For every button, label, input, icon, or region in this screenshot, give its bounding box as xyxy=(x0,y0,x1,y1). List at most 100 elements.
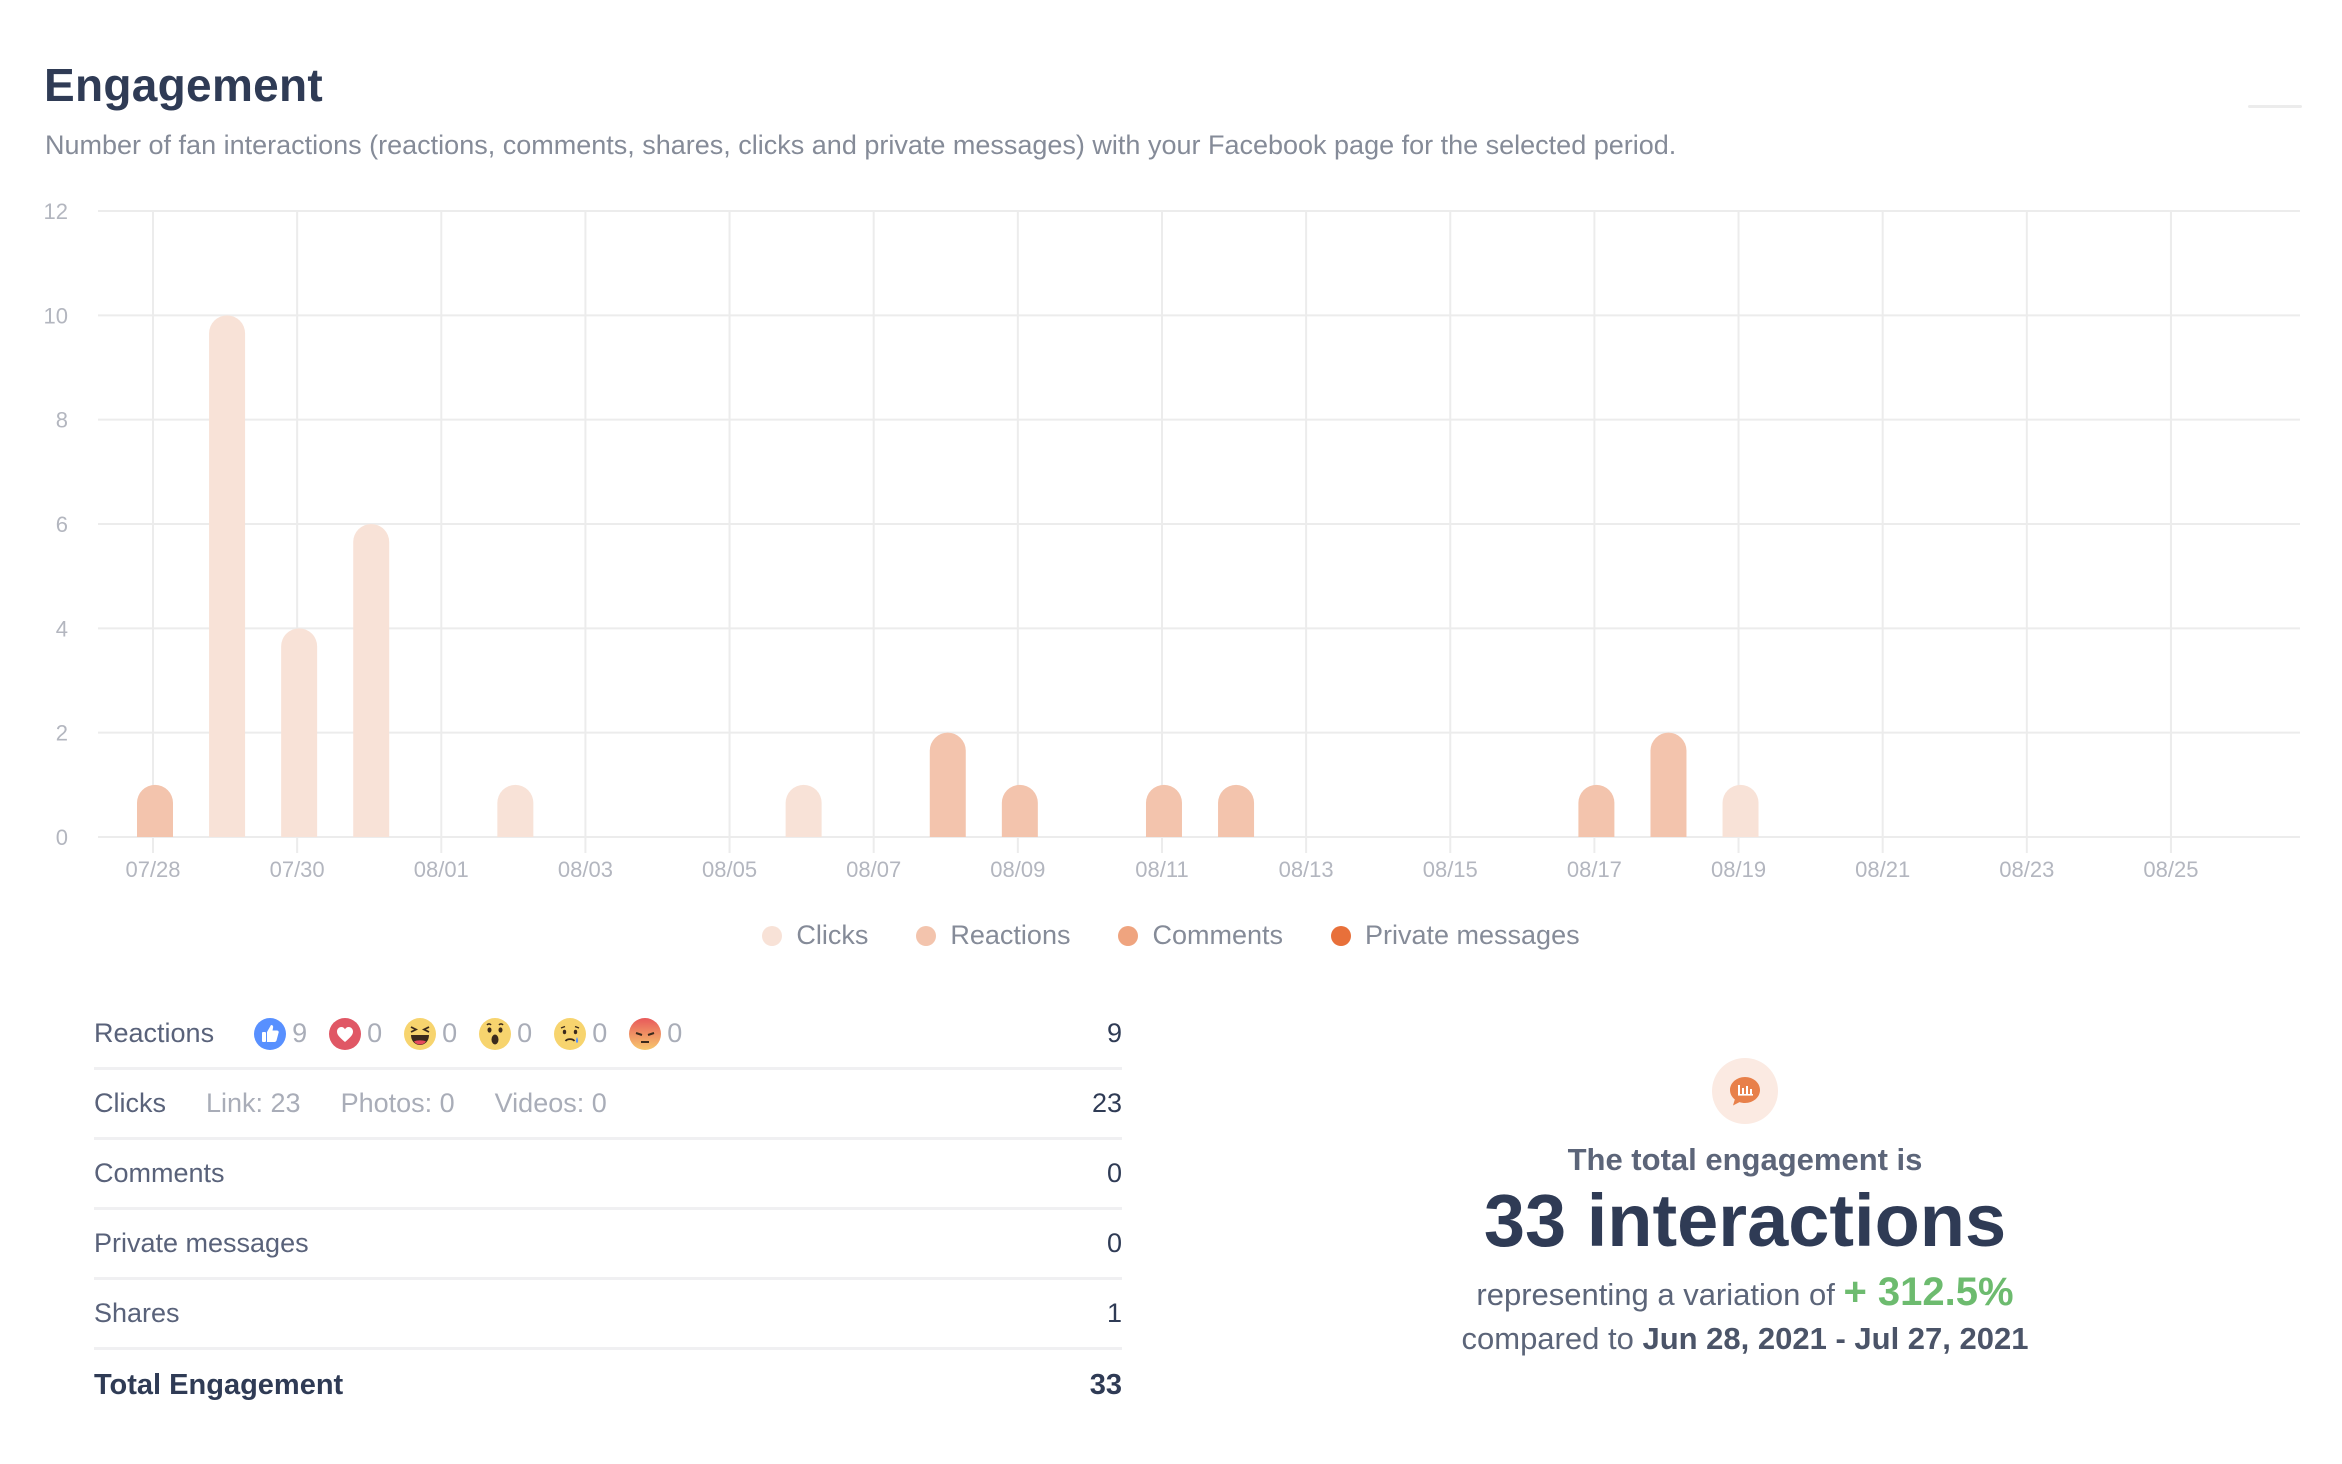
row-value: 23 xyxy=(1091,1088,1122,1118)
legend-dot-reactions xyxy=(916,925,937,946)
engagement-chart: 0 2 4 6 8 10 12 07/28 07/30 08/01 08/03 08/05 08/07… xyxy=(44,199,2300,882)
y-tick-label: 6 xyxy=(56,512,68,537)
x-tick-label: 08/23 xyxy=(1999,857,2054,882)
x-tick-label: 08/05 xyxy=(702,857,757,882)
legend-dot-clicks xyxy=(762,925,783,946)
reaction-like: 9 xyxy=(254,1017,308,1050)
sad-icon xyxy=(554,1017,587,1050)
clicks-photos: Photos: 0 xyxy=(340,1088,455,1118)
y-tick-label: 4 xyxy=(56,616,68,641)
bar-reactions-08-08 xyxy=(929,732,966,837)
engagement-summary: The total engagement is 33 interactions … xyxy=(1380,1058,2110,1357)
row-label: Clicks xyxy=(94,1088,166,1118)
legend-item-private-messages[interactable]: Private messages xyxy=(1331,920,1580,951)
chart-legend: Clicks Reactions Comments Private messag… xyxy=(0,920,2342,951)
row-value: 1 xyxy=(1106,1298,1122,1328)
compared-period: Jun 28, 2021 - Jul 27, 2021 xyxy=(1642,1320,2029,1356)
x-tick-label: 08/15 xyxy=(1423,857,1478,882)
divider xyxy=(2248,105,2302,108)
bar-clicks-08-02 xyxy=(497,784,534,837)
bar-reactions-08-12 xyxy=(1218,784,1255,837)
x-tick-label: 08/07 xyxy=(846,857,901,882)
legend-dot-private-messages xyxy=(1331,925,1351,946)
bar-clicks-07-29 xyxy=(209,315,246,837)
y-tick-label: 12 xyxy=(44,199,68,224)
love-icon xyxy=(329,1017,362,1050)
table-row-private-messages: Private messages 0 xyxy=(94,1210,1122,1280)
engagement-breakdown-table: Reactions 9 0 0 0 0 0 9 Clicks Link: 23 … xyxy=(94,1000,1122,1420)
page-subtitle: Number of fan interactions (reactions, c… xyxy=(45,130,1677,160)
summary-comparison: compared to Jun 28, 2021 - Jul 27, 2021 xyxy=(1380,1321,2110,1357)
wow-icon xyxy=(479,1017,512,1050)
y-axis-labels: 0 2 4 6 8 10 12 xyxy=(44,199,68,850)
summary-total: 33 interactions xyxy=(1483,1179,2007,1262)
reaction-count: 0 xyxy=(367,1018,383,1048)
chat-chart-icon xyxy=(1730,1077,1760,1106)
legend-item-comments[interactable]: Comments xyxy=(1118,920,1283,951)
table-row-reactions: Reactions 9 0 0 0 0 0 9 xyxy=(94,1000,1122,1070)
reaction-count: 0 xyxy=(592,1018,608,1048)
legend-dot-comments xyxy=(1118,925,1139,946)
vertical-gridlines xyxy=(152,211,2172,853)
row-value: 0 xyxy=(1106,1228,1122,1258)
x-tick-label: 08/03 xyxy=(558,857,613,882)
bar-clicks-07-30 xyxy=(281,628,318,837)
x-tick-label: 08/01 xyxy=(414,857,469,882)
y-tick-label: 0 xyxy=(56,825,68,850)
bar-clicks-08-19 xyxy=(1722,784,1759,837)
x-axis-labels: 07/28 07/30 08/01 08/03 08/05 08/07 08/09 08/11… xyxy=(125,857,2198,882)
x-tick-label: 08/25 xyxy=(2143,857,2198,882)
bars xyxy=(137,315,1759,837)
clicks-videos: Videos: 0 xyxy=(494,1088,607,1118)
reaction-types: 9 0 0 0 0 0 xyxy=(254,1017,704,1050)
like-icon xyxy=(254,1017,287,1050)
legend-label: Clicks xyxy=(796,920,869,950)
bar-reactions-08-18 xyxy=(1650,732,1687,837)
y-tick-label: 2 xyxy=(56,721,68,746)
reaction-love: 0 xyxy=(329,1017,383,1050)
reaction-wow: 0 xyxy=(479,1017,533,1050)
horizontal-gridlines xyxy=(98,210,2300,838)
row-label: Shares xyxy=(94,1298,180,1328)
x-tick-label: 08/13 xyxy=(1279,857,1334,882)
bar-reactions-08-11 xyxy=(1145,784,1182,837)
x-tick-label: 08/17 xyxy=(1567,857,1622,882)
reaction-sad: 0 xyxy=(554,1017,608,1050)
bar-clicks-07-31 xyxy=(353,524,390,837)
table-row-total: Total Engagement 33 xyxy=(94,1350,1122,1420)
row-value: 9 xyxy=(1106,1018,1122,1048)
x-tick-label: 08/11 xyxy=(1135,857,1188,882)
table-row-shares: Shares 1 xyxy=(94,1280,1122,1350)
reaction-angry: 0 xyxy=(629,1017,683,1050)
legend-item-reactions[interactable]: Reactions xyxy=(916,920,1070,951)
x-tick-label: 08/09 xyxy=(990,857,1045,882)
page-title: Engagement xyxy=(44,59,324,111)
reaction-count: 0 xyxy=(442,1018,458,1048)
x-tick-label: 07/28 xyxy=(125,857,180,882)
reaction-count: 9 xyxy=(292,1018,308,1048)
legend-label: Comments xyxy=(1152,920,1283,950)
bar-clicks-08-06 xyxy=(785,784,822,837)
row-label: Total Engagement xyxy=(94,1368,344,1401)
table-row-comments: Comments 0 xyxy=(94,1140,1122,1210)
bar-reactions-08-09 xyxy=(1001,784,1038,837)
variation-value: + 312.5% xyxy=(1843,1269,2014,1314)
bar-reactions-07-28 xyxy=(137,784,173,837)
haha-icon xyxy=(404,1017,437,1050)
row-value: 33 xyxy=(1089,1368,1122,1401)
compared-prefix: compared to xyxy=(1461,1320,1634,1356)
y-tick-label: 8 xyxy=(56,408,68,433)
bar-reactions-08-17 xyxy=(1578,784,1615,837)
row-value: 0 xyxy=(1106,1158,1122,1188)
x-tick-label: 07/30 xyxy=(270,857,325,882)
legend-label: Private messages xyxy=(1365,920,1580,950)
legend-item-clicks[interactable]: Clicks xyxy=(762,920,868,951)
reaction-count: 0 xyxy=(517,1018,533,1048)
reaction-count: 0 xyxy=(667,1018,683,1048)
summary-lead: The total engagement is xyxy=(1567,1142,1923,1177)
x-tick-label: 08/19 xyxy=(1711,857,1766,882)
row-label: Comments xyxy=(94,1158,225,1188)
row-label: Reactions xyxy=(94,1018,215,1048)
table-row-clicks: Clicks Link: 23 Photos: 0 Videos: 0 23 xyxy=(94,1070,1122,1140)
y-tick-label: 10 xyxy=(44,303,68,328)
